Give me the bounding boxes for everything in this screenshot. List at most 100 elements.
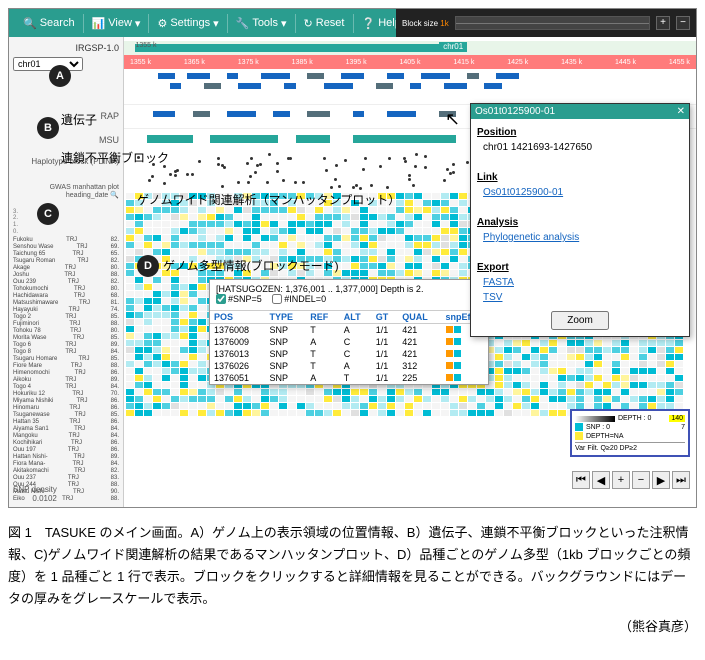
nav-controls: ⏮ ◀ + − ▶ ⏭	[572, 471, 690, 489]
sample-row[interactable]: AkitakomachiTRJ82.	[13, 468, 119, 475]
zoom-in-button[interactable]: +	[656, 16, 670, 30]
help-icon: ❔	[362, 17, 376, 30]
heatmap-row[interactable]	[124, 389, 696, 396]
search-label: Search	[40, 17, 75, 29]
sample-row[interactable]: Hattan 35TRJ86.	[13, 419, 119, 426]
sample-row[interactable]: AkageTRJ80.	[13, 265, 119, 272]
zoom-out-button[interactable]: −	[676, 16, 690, 30]
sample-row[interactable]: FujiminoriTRJ88.	[13, 321, 119, 328]
search-menu[interactable]: 🔍Search	[15, 14, 84, 33]
zoom-button[interactable]: Zoom	[551, 311, 609, 330]
tt-tsv-link[interactable]: TSV	[483, 292, 502, 303]
snp-row[interactable]: 1376051SNPAT1/1225	[210, 372, 488, 384]
sample-row[interactable]: Togo 4TRJ84.	[13, 384, 119, 391]
nav-first-button[interactable]: ⏮	[572, 471, 590, 489]
sample-row[interactable]: HayayukiTRJ74.	[13, 307, 119, 314]
app-frame: 🔍Search 📊View▾ ⚙Settings▾ 🔧Tools▾ ↻Reset…	[8, 8, 697, 508]
tt-fasta-link[interactable]: FASTA	[483, 277, 514, 288]
ruler-tick: 1415 k	[453, 59, 474, 66]
ruler-tick: 1435 k	[561, 59, 582, 66]
chr-label: chr01	[439, 42, 467, 51]
sample-row[interactable]: MangokuTRJ84.	[13, 433, 119, 440]
tt-link[interactable]: Os01t0125900-01	[483, 187, 563, 198]
ruler-tick: 1405 k	[399, 59, 420, 66]
sample-row[interactable]: Togo 8TRJ84.	[13, 349, 119, 356]
sample-row[interactable]: Hokuriku 12TRJ70.	[13, 391, 119, 398]
heatmap-row[interactable]	[124, 396, 696, 403]
indel-checkbox[interactable]: #INDEL=0	[272, 294, 326, 304]
sample-row[interactable]: TohokumochiTRJ80.	[13, 286, 119, 293]
marker-d: D	[137, 255, 159, 277]
sample-row[interactable]: FukokuTRJ82.	[13, 237, 119, 244]
sample-row[interactable]: MatsushimawareTRJ81.	[13, 300, 119, 307]
sample-row[interactable]: Tsugaru RomanTRJ82.	[13, 258, 119, 265]
sample-row[interactable]: Morita WaseTRJ85.	[13, 335, 119, 342]
snp-col-header: TYPE	[266, 311, 307, 324]
sample-row[interactable]: Aiyama San1TRJ84.	[13, 426, 119, 433]
gene-tooltip: Os01t0125900-01✕ Position chr01 1421693-…	[470, 103, 690, 337]
sample-row[interactable]: KochihikariTRJ86.	[13, 440, 119, 447]
sample-row[interactable]: Miyama NishikiTRJ86.	[13, 398, 119, 405]
caption-title: 図 1 TASUKE のメイン画面。	[8, 525, 191, 540]
chromosome-ruler[interactable]: 1355 k chr01	[124, 41, 696, 55]
sample-row[interactable]: JoshuTRJ88.	[13, 272, 119, 279]
reset-button[interactable]: ↻Reset	[296, 14, 354, 33]
chromosome-select[interactable]: chr01	[13, 57, 83, 71]
snp-density-label: SNP density0.0102	[13, 485, 57, 503]
sample-row[interactable]: HinomaruTRJ86.	[13, 405, 119, 412]
sample-row[interactable]: Ouu 239TRJ82.	[13, 279, 119, 286]
blocksize-slider[interactable]	[455, 16, 650, 30]
legend-snp: SNP : 0	[586, 424, 610, 431]
ruler-tick: 1385 k	[292, 59, 313, 66]
chevron-down-icon: ▾	[135, 17, 141, 30]
sample-row[interactable]: TsuganewaseTRJ85.	[13, 412, 119, 419]
sample-row[interactable]: Taichung 65TRJ65.	[13, 251, 119, 258]
gwas-scale: 3.2.1.0.	[9, 209, 123, 235]
anno-gene: 遺伝子	[61, 111, 97, 128]
nav-remove-button[interactable]: −	[632, 471, 650, 489]
sample-row[interactable]: AikokuTRJ89.	[13, 377, 119, 384]
ruler-tick: 1365 k	[184, 59, 205, 66]
nav-prev-button[interactable]: ◀	[592, 471, 610, 489]
position-ruler[interactable]: 1355 k1365 k1375 k1385 k1395 k1405 k1415…	[124, 55, 696, 69]
sample-row[interactable]: Fiore MareTRJ88.	[13, 363, 119, 370]
sample-row[interactable]: Fiora Mana-TRJ84.	[13, 461, 119, 468]
nav-last-button[interactable]: ⏭	[672, 471, 690, 489]
sample-row[interactable]: Togo 2TRJ85.	[13, 314, 119, 321]
view-menu[interactable]: 📊View▾	[84, 14, 150, 33]
settings-menu[interactable]: ⚙Settings▾	[149, 14, 227, 33]
sample-list: FukokuTRJ82.Senshou WaseTRJ69.Taichung 6…	[9, 235, 123, 505]
snp-col-header: POS	[210, 311, 266, 324]
gwas-label: GWAS manhattan plotheading_date 🔍	[9, 182, 123, 203]
sample-row[interactable]: Hattan Nishi-TRJ89.	[13, 454, 119, 461]
sample-row[interactable]: Senshou WaseTRJ69.	[13, 244, 119, 251]
sample-row[interactable]: HachidawaraTRJ68.	[13, 293, 119, 300]
tt-position-h: Position	[477, 127, 516, 138]
sample-row[interactable]: HimenomochiTRJ86.	[13, 370, 119, 377]
ruler-tick: 1355 k	[135, 42, 156, 49]
anno-hap: 連鎖不平衡ブロック	[61, 149, 169, 166]
figure-caption: 図 1 TASUKE のメイン画面。A）ゲノム上の表示領域の位置情報、B）遺伝子…	[8, 522, 697, 638]
tools-menu[interactable]: 🔧Tools▾	[228, 14, 296, 33]
gene-msu-label: MSU	[9, 133, 123, 147]
ruler-tick: 1445 k	[615, 59, 636, 66]
close-icon[interactable]: ✕	[677, 106, 685, 117]
sample-row[interactable]: Togo 6TRJ89.	[13, 342, 119, 349]
tt-analysis-link[interactable]: Phylogenetic analysis	[483, 232, 579, 243]
legend-na: DEPTH=NA	[586, 433, 624, 440]
snp-checkbox[interactable]: #SNP=5	[216, 294, 262, 304]
snp-row[interactable]: 1376026SNPTA1/1312	[210, 360, 488, 372]
snp-row[interactable]: 1376009SNPAC1/1421	[210, 336, 488, 348]
snp-row[interactable]: 1376008SNPTA1/1421	[210, 324, 488, 337]
gene-track-rap[interactable]	[124, 69, 696, 105]
snp-row[interactable]: 1376013SNPTC1/1421	[210, 348, 488, 360]
nav-add-button[interactable]: +	[612, 471, 630, 489]
sample-row[interactable]: Tohoku 78TRJ80.	[13, 328, 119, 335]
snp-col-header: ALT	[340, 311, 372, 324]
sample-row[interactable]: Ouu 197TRJ86.	[13, 447, 119, 454]
sample-row[interactable]: Tsugaru HomareTRJ85.	[13, 356, 119, 363]
sample-row[interactable]: Ouu 237TRJ83.	[13, 475, 119, 482]
nav-next-button[interactable]: ▶	[652, 471, 670, 489]
ruler-tick: 1375 k	[238, 59, 259, 66]
blocksize-label: Block size 1k	[402, 19, 449, 28]
